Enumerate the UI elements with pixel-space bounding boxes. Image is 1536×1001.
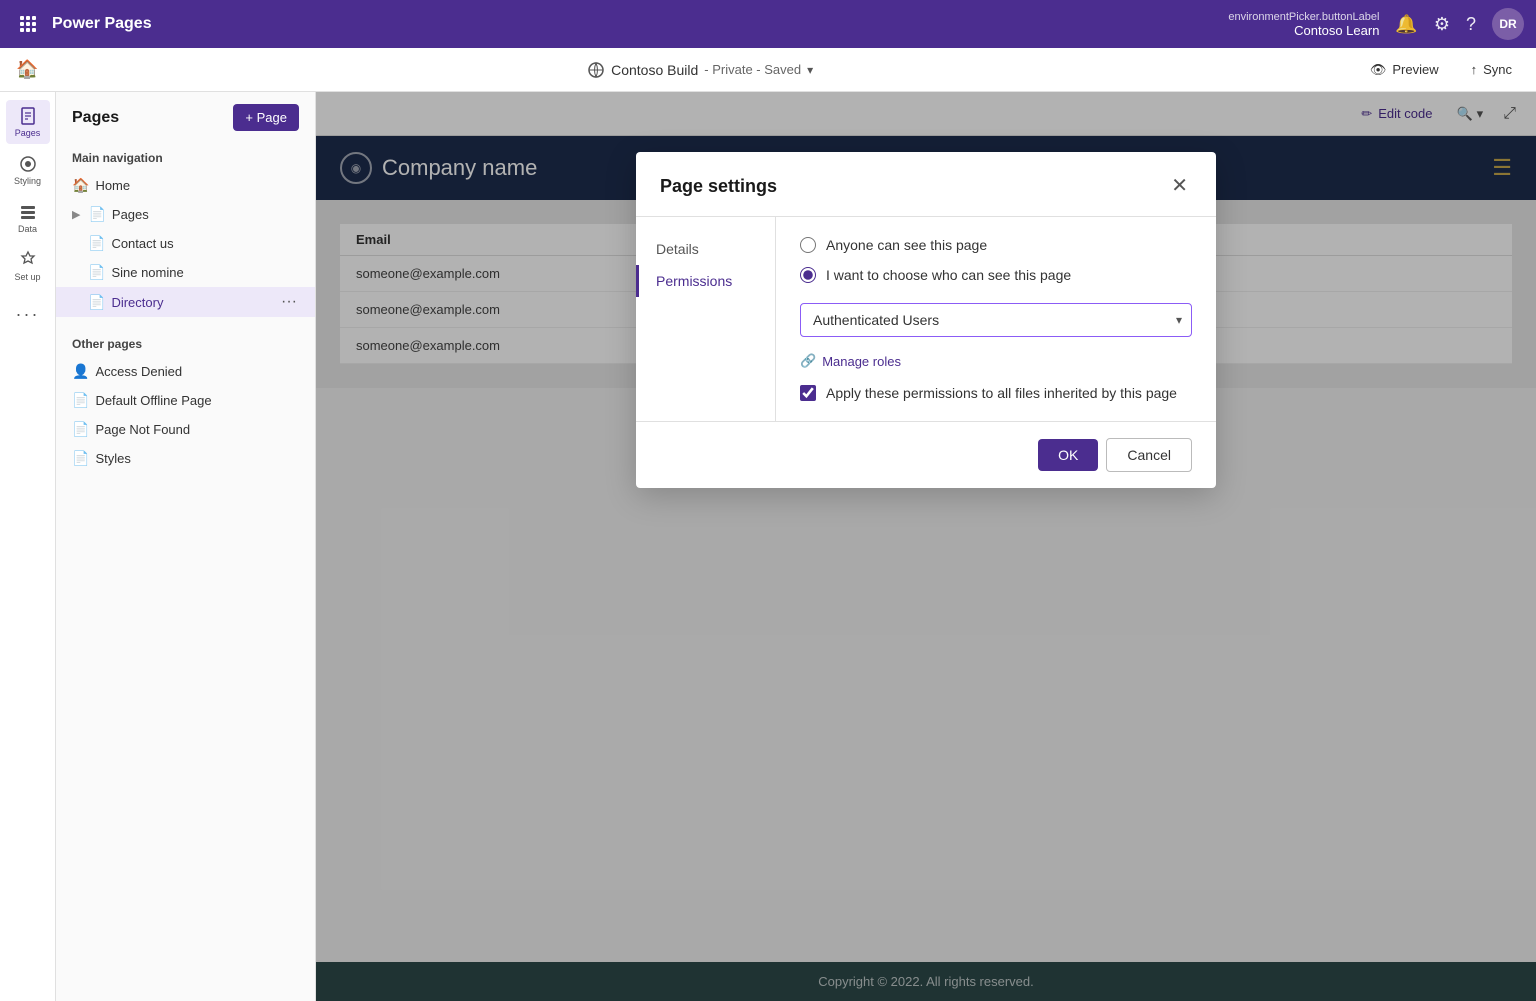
anyone-radio[interactable] (800, 237, 816, 253)
sidebar-item-more[interactable]: ··· (6, 292, 50, 336)
notification-icon[interactable]: 🔔 (1395, 14, 1417, 35)
anyone-radio-label[interactable]: Anyone can see this page (800, 237, 1192, 253)
offline-page-icon: 📄 (72, 392, 89, 409)
contact-page-icon: 📄 (88, 235, 105, 252)
preview-button[interactable]: 👁 Preview (1362, 58, 1447, 82)
choose-radio-label[interactable]: I want to choose who can see this page (800, 267, 1192, 283)
not-found-page-icon: 📄 (72, 421, 89, 438)
inherit-permissions-label[interactable]: Apply these permissions to all files inh… (800, 385, 1192, 401)
env-picker[interactable]: environmentPicker.buttonLabel Contoso Le… (1228, 11, 1379, 38)
modal-tab-permissions[interactable]: Permissions (636, 265, 775, 297)
modal-body: Details Permissions Anyone can see this … (636, 217, 1216, 421)
other-pages-section: Other pages 👤 Access Denied 📄 Default Of… (56, 325, 315, 481)
add-page-button[interactable]: + Page (233, 104, 299, 131)
site-status: - Private - Saved (704, 62, 801, 77)
main-layout: Pages Styling Data Set up ··· (0, 92, 1536, 1001)
more-icon: ··· (16, 304, 40, 325)
modal-tab-details[interactable]: Details (636, 233, 775, 265)
manage-roles-link[interactable]: 🔗 Manage roles (800, 353, 1192, 369)
sidebar-data-label: Data (18, 224, 37, 234)
second-bar: 🏠 Contoso Build - Private - Saved ▾ 👁 Pr… (0, 48, 1536, 92)
home-nav-icon[interactable]: 🏠 (16, 59, 38, 80)
preview-icon: 👁 (1370, 62, 1387, 78)
styles-page-icon: 📄 (72, 450, 89, 467)
modal-sidebar: Details Permissions (636, 217, 776, 421)
sidebar-item-styling[interactable]: Styling (6, 148, 50, 192)
page-item-home[interactable]: 🏠 Home (56, 171, 315, 200)
content-area: ✏ Edit code 🔍 ▾ ⤢ ◉ Company name ☰ (316, 92, 1536, 1001)
page-item-styles[interactable]: 📄 Styles (56, 444, 315, 473)
sidebar-item-data[interactable]: Data (6, 196, 50, 240)
pages-chevron-icon: ▶ (72, 208, 80, 221)
styling-icon (18, 154, 38, 174)
modal-close-button[interactable]: ✕ (1167, 172, 1192, 200)
modal-header: Page settings ✕ (636, 152, 1216, 217)
modal-permissions-content: Anyone can see this page I want to choos… (776, 217, 1216, 421)
site-name: Contoso Build (611, 62, 698, 78)
site-icon (587, 61, 605, 79)
permissions-radio-group: Anyone can see this page I want to choos… (800, 237, 1192, 283)
waffle-icon (20, 16, 36, 32)
choose-radio[interactable] (800, 267, 816, 283)
page-item-sine-nomine[interactable]: 📄 Sine nomine (56, 258, 315, 287)
cancel-button[interactable]: Cancel (1106, 438, 1192, 472)
access-denied-icon: 👤 (72, 363, 89, 380)
env-picker-name: Contoso Learn (1294, 23, 1379, 38)
page-item-not-found[interactable]: 📄 Page Not Found (56, 415, 315, 444)
settings-icon[interactable]: ⚙ (1434, 14, 1450, 35)
sidebar-item-pages[interactable]: Pages (6, 100, 50, 144)
setup-icon (18, 250, 38, 270)
roles-select[interactable]: Authenticated Users Everyone Custom Role (800, 303, 1192, 337)
sidebar-item-setup[interactable]: Set up (6, 244, 50, 288)
data-icon (18, 202, 38, 222)
sync-button[interactable]: ↑ Sync (1463, 58, 1520, 81)
main-nav-title: Main navigation (56, 147, 315, 171)
help-icon[interactable]: ? (1466, 14, 1476, 35)
pages-panel-title: Pages (72, 109, 119, 127)
sidebar-styling-label: Styling (14, 176, 41, 186)
env-picker-label: environmentPicker.buttonLabel (1228, 11, 1379, 23)
home-page-icon: 🏠 (72, 177, 89, 194)
page-item-offline[interactable]: 📄 Default Offline Page (56, 386, 315, 415)
waffle-button[interactable] (12, 8, 44, 40)
sidebar-pages-label: Pages (15, 128, 41, 138)
sidebar-setup-label: Set up (14, 272, 40, 282)
app-title: Power Pages (52, 15, 152, 33)
sidebar: Pages Styling Data Set up ··· (0, 92, 56, 1001)
modal-footer: OK Cancel (636, 421, 1216, 488)
page-item-directory[interactable]: 📄 Directory ··· (56, 287, 315, 317)
modal-backdrop: Page settings ✕ Details Permissions (316, 92, 1536, 1001)
page-item-pages[interactable]: ▶ 📄 Pages (56, 200, 315, 229)
page-item-access-denied[interactable]: 👤 Access Denied (56, 357, 315, 386)
sine-nomine-page-icon: 📄 (88, 264, 105, 281)
page-settings-modal: Page settings ✕ Details Permissions (636, 152, 1216, 488)
pages-panel: Pages + Page Main navigation 🏠 Home ▶ 📄 … (56, 92, 316, 1001)
page-item-contact[interactable]: 📄 Contact us (56, 229, 315, 258)
link-icon: 🔗 (800, 353, 816, 369)
pages-panel-header: Pages + Page (56, 92, 315, 139)
directory-more-button[interactable]: ··· (279, 293, 299, 311)
avatar[interactable]: DR (1492, 8, 1524, 40)
pages-icon (18, 106, 38, 126)
top-bar: Power Pages environmentPicker.buttonLabe… (0, 0, 1536, 48)
modal-title: Page settings (660, 176, 777, 197)
pages-page-icon: 📄 (88, 206, 105, 223)
inherit-permissions-checkbox[interactable] (800, 385, 816, 401)
roles-select-container: Authenticated Users Everyone Custom Role… (800, 303, 1192, 337)
site-dropdown-arrow[interactable]: ▾ (807, 63, 813, 77)
directory-page-icon: 📄 (88, 294, 105, 311)
main-nav-section: Main navigation 🏠 Home ▶ 📄 Pages 📄 Conta… (56, 139, 315, 325)
sync-icon: ↑ (1471, 62, 1478, 77)
ok-button[interactable]: OK (1038, 439, 1098, 471)
other-pages-title: Other pages (56, 333, 315, 357)
